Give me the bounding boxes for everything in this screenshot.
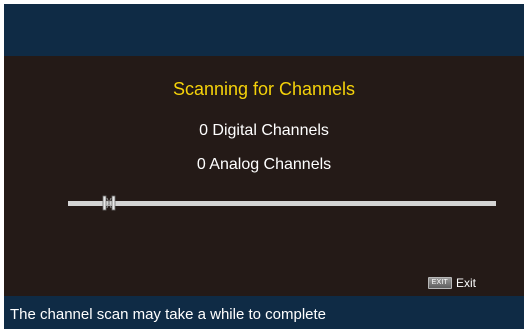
exit-hint[interactable]: EXIT Exit xyxy=(427,276,476,290)
scan-title: Scanning for Channels xyxy=(172,79,356,99)
digital-channel-count: 0 Digital Channels xyxy=(199,122,329,139)
exit-key-icon: EXIT xyxy=(427,277,452,289)
scan-progress-track xyxy=(68,201,496,206)
analog-channel-count: 0 Analog Channels xyxy=(196,156,332,173)
header-bar xyxy=(4,4,524,56)
scan-panel: Scanning for Channels 0 Digital Channels… xyxy=(4,56,524,296)
channel-scan-screen: Scanning for Channels 0 Digital Channels… xyxy=(4,4,524,329)
footer-message: The channel scan may take a while to com… xyxy=(10,306,327,323)
exit-label: Exit xyxy=(455,276,476,290)
scan-progress-handle-icon xyxy=(102,195,116,211)
footer-bar: The channel scan may take a while to com… xyxy=(4,296,524,329)
